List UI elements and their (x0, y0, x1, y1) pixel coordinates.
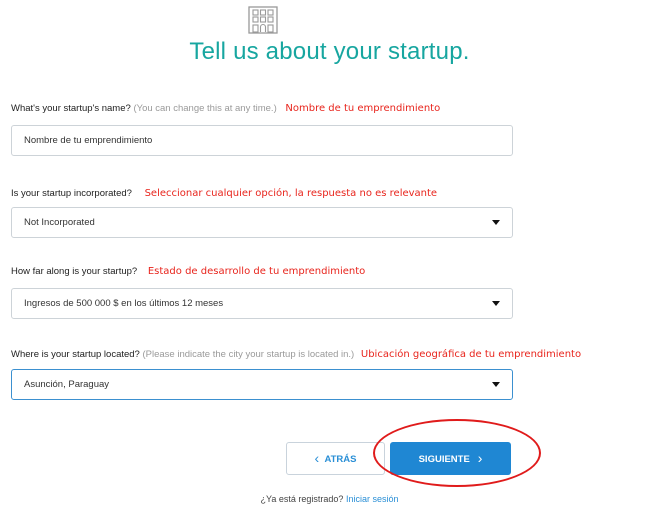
name-label-row: What's your startup's name? (You can cha… (11, 103, 440, 114)
highlight-circle (373, 419, 541, 487)
chevron-left-icon: ‹ (314, 450, 320, 466)
name-hint: (You can change this at any time.) (133, 103, 277, 114)
caret-down-icon (492, 301, 500, 306)
login-link[interactable]: Iniciar sesión (346, 494, 399, 504)
incorporated-select[interactable]: Not Incorporated (11, 207, 513, 238)
startup-name-input[interactable]: Nombre de tu emprendimiento (11, 125, 513, 156)
back-button-label: ATRÁS (324, 454, 357, 465)
location-value: Asunción, Paraguay (24, 379, 110, 390)
stage-select[interactable]: Ingresos de 500 000 $ en los últimos 12 … (11, 288, 513, 319)
location-hint: (Please indicate the city your startup i… (142, 349, 355, 360)
building-grid-icon (248, 6, 278, 34)
stage-label-row: How far along is your startup? Estado de… (11, 266, 365, 277)
stage-value: Ingresos de 500 000 $ en los últimos 12 … (24, 298, 224, 309)
name-annotation: Nombre de tu emprendimiento (285, 103, 441, 114)
login-prompt: ¿Ya está registrado? Iniciar sesión (0, 494, 659, 504)
location-select[interactable]: Asunción, Paraguay (11, 369, 513, 400)
caret-down-icon (492, 220, 500, 225)
location-label: Where is your startup located? (11, 349, 140, 360)
back-button[interactable]: ‹ ATRÁS (286, 442, 385, 475)
page-title: Tell us about your startup. (189, 38, 470, 65)
incorporated-annotation: Seleccionar cualquier opción, la respues… (144, 188, 438, 199)
name-label: What's your startup's name? (11, 103, 131, 114)
incorporated-value: Not Incorporated (24, 217, 95, 228)
stage-label: How far along is your startup? (11, 266, 138, 277)
caret-down-icon (492, 382, 500, 387)
incorporated-label: Is your startup incorporated? (11, 188, 132, 199)
location-annotation: Ubicación geográfica de tu emprendimient… (360, 349, 582, 360)
location-label-row: Where is your startup located? (Please i… (11, 349, 581, 360)
stage-annotation: Estado de desarrollo de tu emprendimient… (147, 266, 366, 277)
incorporated-label-row: Is your startup incorporated? Selecciona… (11, 188, 437, 199)
login-question: ¿Ya está registrado? (260, 494, 344, 504)
